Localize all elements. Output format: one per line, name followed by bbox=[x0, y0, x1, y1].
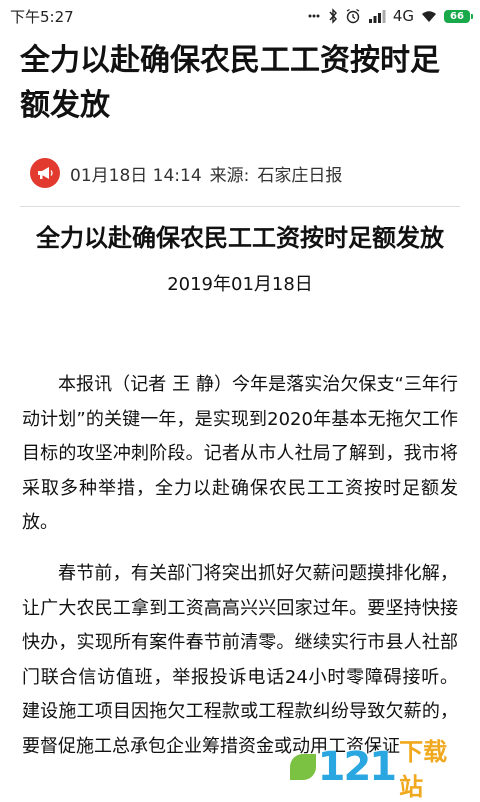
source-name[interactable]: 石家庄日报 bbox=[257, 161, 342, 186]
signal-dots-icon bbox=[308, 14, 320, 18]
watermark-logo: 121 下载站 bbox=[290, 738, 470, 801]
network-type: 4G bbox=[392, 7, 414, 25]
paragraph-2: 春节前，有关部门将突出抓好欠薪问题摸排化解，让广大农民工拿到工资高高兴兴回家过年… bbox=[22, 563, 458, 757]
watermark-text: 下载站 bbox=[399, 738, 448, 801]
watermark-number: 121 bbox=[317, 744, 397, 790]
battery-icon: 66 bbox=[444, 9, 473, 23]
status-time: 下午5:27 bbox=[10, 7, 74, 26]
megaphone-icon[interactable] bbox=[30, 158, 60, 188]
paragraph-1: 本报讯（记者 王 静）今年是落实治欠保支“三年行动计划”的关键一年，是实现到20… bbox=[22, 374, 458, 533]
article-meta: 01月18日 14:14 来源: 石家庄日报 bbox=[30, 153, 342, 193]
divider bbox=[20, 206, 460, 207]
leaf-icon bbox=[290, 754, 316, 780]
publish-datetime: 01月18日 14:14 bbox=[70, 165, 202, 186]
bluetooth-icon bbox=[329, 8, 337, 24]
body-date: 2019年01月18日 bbox=[167, 274, 313, 295]
wifi-icon bbox=[422, 10, 436, 22]
status-bar: 下午5:27 4G 66 bbox=[0, 0, 480, 32]
article-title: 全力以赴确保农民工工资按时足额发放 bbox=[20, 43, 440, 123]
alarm-icon bbox=[346, 8, 360, 24]
battery-level: 66 bbox=[450, 10, 464, 22]
status-icons: 4G 66 bbox=[307, 7, 473, 25]
signal-strength-icon bbox=[368, 10, 386, 23]
body-title: 全力以赴确保农民工工资按时足额发放 bbox=[36, 224, 444, 252]
source-label: 来源: bbox=[209, 165, 250, 186]
